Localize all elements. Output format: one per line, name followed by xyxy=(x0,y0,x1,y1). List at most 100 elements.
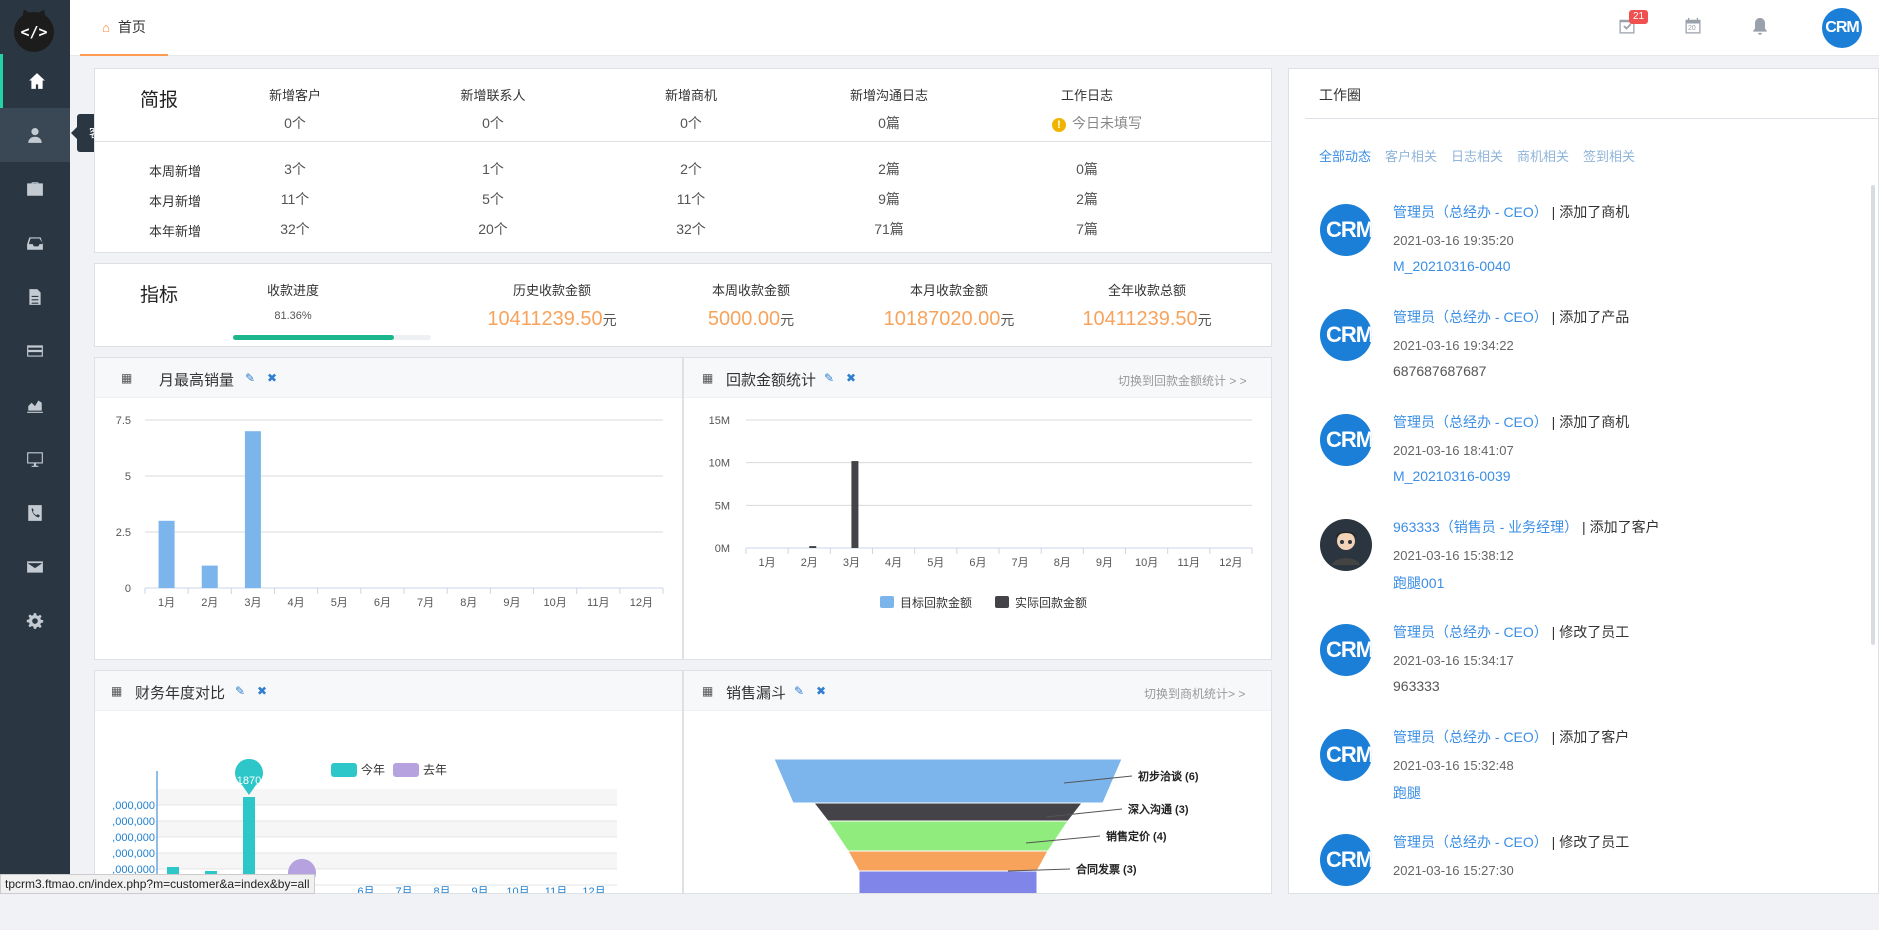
feed-avatar[interactable]: CRM xyxy=(1320,624,1372,676)
feed-scrollbar[interactable] xyxy=(1871,185,1875,645)
nav-phone[interactable] xyxy=(0,486,70,540)
feed-detail[interactable]: M_20210316-0040 xyxy=(1393,258,1511,274)
feed-avatar[interactable]: CRM xyxy=(1320,204,1372,256)
nav-business[interactable] xyxy=(0,162,70,216)
y-tick-label: ,000,000 xyxy=(112,816,155,828)
edit-icon[interactable]: ✎ xyxy=(235,684,245,698)
status-bar-url: tpcrm3.ftmao.cn/index.php?m=customer&a=i… xyxy=(0,874,315,894)
feed-detail: 963333 xyxy=(1393,678,1440,694)
nav-inbox[interactable] xyxy=(0,216,70,270)
week-amount-value: 5000.00 xyxy=(707,308,781,330)
funnel-switch-link[interactable]: 切换到商机统计> > xyxy=(1144,685,1245,702)
logo[interactable]: </> xyxy=(14,12,54,52)
feed-user-name[interactable]: 963333（销售员 - 业务经理） | 添加了客户 xyxy=(1393,517,1660,537)
nav-customer[interactable] xyxy=(0,108,70,162)
feed-user-name[interactable]: 管理员（总经办 - CEO） | 添加了客户 xyxy=(1393,727,1629,747)
indicator-panel: 指标 收款进度 81.36% 历史收款金额 10411239.50元 本周收款金… xyxy=(94,263,1272,347)
x-tick-label: 10月 xyxy=(1135,557,1158,569)
funnel-segment xyxy=(847,850,1049,872)
feed-detail[interactable]: 跑腿001 xyxy=(1393,573,1444,593)
feed-user-name[interactable]: 管理员（总经办 - CEO） | 添加了产品 xyxy=(1393,307,1629,327)
today-work-log-text: 今日未填写 xyxy=(1072,115,1142,131)
today-work-log[interactable]: ! 今日未填写 xyxy=(1027,113,1167,133)
history-amount: 10411239.50元 xyxy=(452,308,652,331)
feed-avatar[interactable]: CRM xyxy=(1320,414,1372,466)
close-icon[interactable]: ✖ xyxy=(816,684,826,698)
x-tick-label: 5月 xyxy=(331,597,348,609)
feed-avatar[interactable]: CRM xyxy=(1320,729,1372,781)
feed-user-name[interactable]: 管理员（总经办 - CEO） | 添加了商机 xyxy=(1393,202,1629,222)
nav-monitor[interactable] xyxy=(0,432,70,486)
phone-icon xyxy=(28,505,42,521)
feed-action: 添加了商机 xyxy=(1559,414,1630,430)
week-amount: 5000.00元 xyxy=(651,308,851,331)
y-tick-label: ,000,000 xyxy=(112,832,155,844)
x-tick-label: 9月 xyxy=(503,597,520,609)
feed-user-name[interactable]: 管理员（总经办 - CEO） | 添加了商机 xyxy=(1393,412,1629,432)
y-tick-label: 10M xyxy=(709,458,730,470)
feed-separator: | xyxy=(1578,519,1590,535)
payback-header: ▦ 回款金额统计 ✎ ✖ 切换到回款金额统计 > > xyxy=(684,358,1271,398)
nav-home[interactable] xyxy=(0,54,70,108)
close-icon[interactable]: ✖ xyxy=(846,371,856,385)
edit-icon[interactable]: ✎ xyxy=(794,684,804,698)
year-work-log: 7篇 xyxy=(1076,221,1098,237)
finance-chart: 今年 去年,000,000,000,000,000,000,000,000,000… xyxy=(112,758,617,893)
feed-user-link[interactable]: 管理员（总经办 - CEO） xyxy=(1393,204,1548,220)
close-icon[interactable]: ✖ xyxy=(267,371,277,385)
x-tick-label: 1月 xyxy=(158,597,175,609)
feed-user-link[interactable]: 管理员（总经办 - CEO） xyxy=(1393,729,1548,745)
feed-user-link[interactable]: 管理员（总经办 - CEO） xyxy=(1393,834,1548,850)
feed-tab-checkin[interactable]: 签到相关 xyxy=(1583,146,1635,165)
x-tick-label: 4月 xyxy=(288,597,305,609)
feed-avatar[interactable]: CRM xyxy=(1320,834,1372,886)
progress-text: 81.36% xyxy=(274,310,312,322)
bell-icon[interactable] xyxy=(1750,16,1772,38)
feed-user-link[interactable]: 963333（销售员 - 业务经理） xyxy=(1393,519,1578,535)
feed-user-name[interactable]: 管理员（总经办 - CEO） | 修改了员工 xyxy=(1393,832,1629,852)
feed-action: 添加了客户 xyxy=(1559,729,1630,745)
legend-swatch xyxy=(995,596,1009,608)
feed-user-link[interactable]: 管理员（总经办 - CEO） xyxy=(1393,414,1548,430)
calendar-icon[interactable]: 20 xyxy=(1683,16,1705,38)
finance-title: 财务年度对比 xyxy=(135,685,226,702)
feed-avatar[interactable] xyxy=(1320,519,1372,571)
nav-chart[interactable] xyxy=(0,378,70,432)
feed-detail[interactable]: M_20210316-0039 xyxy=(1393,468,1511,484)
feed-avatar[interactable]: CRM xyxy=(1320,309,1372,361)
y-tick-label: 0 xyxy=(125,583,131,595)
feed-tab-opportunity[interactable]: 商机相关 xyxy=(1517,146,1569,165)
feed-tab-log[interactable]: 日志相关 xyxy=(1451,146,1503,165)
payback-switch-link[interactable]: 切换到回款金额统计 > > xyxy=(1118,372,1247,389)
progress-track xyxy=(233,335,431,340)
nav-card[interactable] xyxy=(0,324,70,378)
feed-tab-customer[interactable]: 客户相关 xyxy=(1385,146,1437,165)
divider xyxy=(95,141,1271,142)
calendar-day: 20 xyxy=(1688,25,1696,32)
nav-settings[interactable] xyxy=(0,594,70,648)
finance-panel: ▦ 财务年度对比 ✎ ✖ 今年 去年 ,000,000 ,000,000 ,000,00… xyxy=(94,670,683,894)
brief-title: 简报 xyxy=(140,90,179,111)
edit-icon[interactable]: ✎ xyxy=(824,371,834,385)
monthly-sales-panel: ▦ 月最高销量 ✎ ✖ 0 2.5 5 7.5 1月 2月 3月 4月 5月 6月 7月 8月 9月 10… xyxy=(94,357,683,660)
user-avatar[interactable]: CRM xyxy=(1822,8,1862,48)
bar xyxy=(244,431,261,588)
close-icon[interactable]: ✖ xyxy=(257,684,267,698)
tab-home[interactable]: ⌂ 首页 xyxy=(80,0,168,56)
edit-icon[interactable]: ✎ xyxy=(245,371,255,385)
nav-document[interactable] xyxy=(0,270,70,324)
feed-separator: | xyxy=(1547,729,1560,745)
nav-mail[interactable] xyxy=(0,540,70,594)
feed-user-link[interactable]: 管理员（总经办 - CEO） xyxy=(1393,624,1548,640)
feed-tab-all[interactable]: 全部动态 xyxy=(1319,146,1371,165)
task-icon[interactable]: 21 xyxy=(1617,10,1649,38)
bar xyxy=(158,520,175,588)
funnel-label: 销售定价 (4) xyxy=(1106,829,1167,843)
credit-card-icon xyxy=(27,345,43,357)
col-new-opportunity: 新增商机 xyxy=(664,88,717,103)
feed-user-link[interactable]: 管理员（总经办 - CEO） xyxy=(1393,309,1548,325)
feed-user-name[interactable]: 管理员（总经办 - CEO） | 修改了员工 xyxy=(1393,622,1629,642)
feed-detail[interactable]: 跑腿 xyxy=(1393,783,1421,803)
bar xyxy=(809,546,817,548)
feed-action: 添加了商机 xyxy=(1559,204,1630,220)
